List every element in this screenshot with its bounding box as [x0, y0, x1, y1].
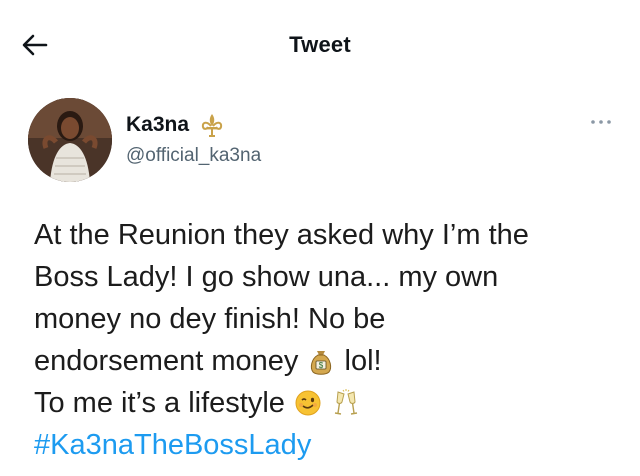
avatar[interactable]: [28, 98, 112, 182]
tweet-line: At the Reunion they asked why I’m the: [34, 219, 529, 251]
tweet-header: Tweet: [0, 0, 640, 92]
tweet-line-text: endorsement money: [34, 345, 299, 377]
display-name[interactable]: Ka3na: [126, 112, 225, 138]
tweet-line: To me it’s a lifestyle: [34, 382, 614, 424]
svg-text:$: $: [319, 361, 324, 370]
more-options-button[interactable]: [572, 108, 612, 134]
tweet-line: endorsement money $ lol!: [34, 340, 614, 382]
tweet-line-text: To me it’s a lifestyle: [34, 387, 285, 419]
clinking-glasses-icon: [331, 388, 361, 418]
winking-face-icon: [293, 388, 323, 418]
tweet-author: Ka3na @official_ka3na: [28, 98, 612, 182]
user-handle[interactable]: @official_ka3na: [126, 145, 261, 167]
page-title: Tweet: [289, 32, 351, 57]
tweet-line: Boss Lady! I go show una... my own: [34, 261, 499, 293]
more-dots-icon: [590, 112, 612, 130]
money-bag-icon: $: [306, 346, 336, 376]
hashtag-link[interactable]: #Ka3naTheBossLady: [34, 424, 614, 466]
tweet-line-text: lol!: [336, 345, 382, 377]
fleur-de-lis-icon: [199, 112, 225, 138]
tweet-text: At the Reunion they asked why I’m the Bo…: [34, 214, 614, 466]
tweet-line: money no dey finish! No be: [34, 303, 386, 335]
display-name-text: Ka3na: [126, 113, 190, 136]
